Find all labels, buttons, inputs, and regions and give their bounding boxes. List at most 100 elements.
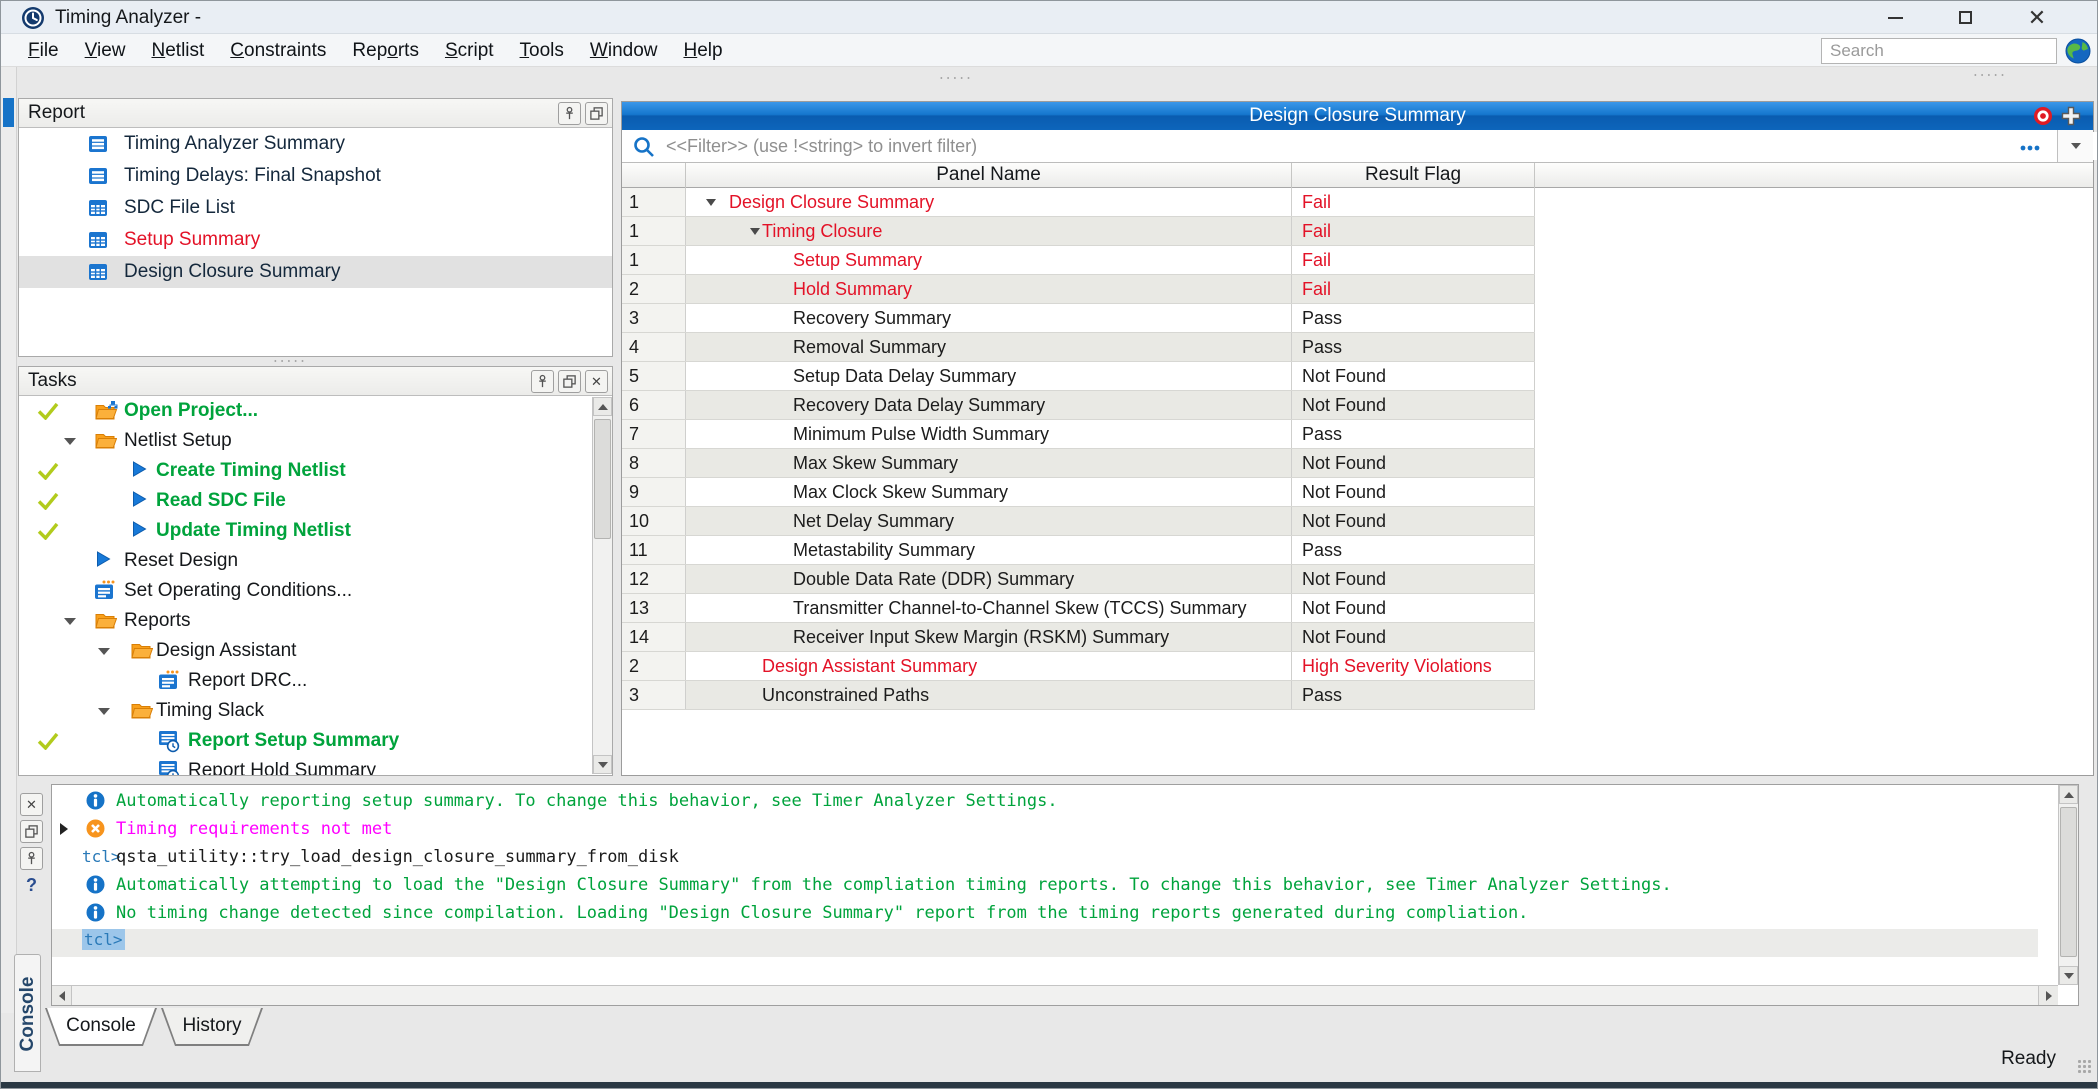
table-row[interactable]: 7Minimum Pulse Width SummaryPass xyxy=(622,420,1535,449)
scroll-down-icon[interactable] xyxy=(593,755,612,774)
chevron-down-icon[interactable] xyxy=(750,228,760,235)
tasks-scrollbar[interactable] xyxy=(592,397,612,774)
filter-dropdown-button[interactable] xyxy=(2057,130,2093,162)
minimize-button[interactable] xyxy=(1872,3,1918,32)
console-side-tab[interactable]: Console xyxy=(14,954,41,1072)
report-item[interactable]: Timing Analyzer Summary xyxy=(19,128,612,160)
pin-icon[interactable] xyxy=(558,102,581,125)
task-item[interactable]: Design Assistant xyxy=(19,636,591,666)
table-row[interactable]: 3Recovery SummaryPass xyxy=(622,304,1535,333)
table-row[interactable]: 6Recovery Data Delay SummaryNot Found xyxy=(622,391,1535,420)
close-panel-icon[interactable]: ✕ xyxy=(585,370,608,393)
menu-netlist[interactable]: Netlist xyxy=(138,34,217,67)
tcl-prompt[interactable]: tcl> xyxy=(82,929,125,950)
chevron-down-icon[interactable] xyxy=(98,708,110,715)
task-item[interactable]: Reports xyxy=(19,606,591,636)
table-row[interactable]: 10Net Delay SummaryNot Found xyxy=(622,507,1535,536)
scrollbar-thumb[interactable] xyxy=(2060,807,2077,957)
scroll-down-icon[interactable] xyxy=(2059,966,2078,985)
filter-options-icon[interactable] xyxy=(2019,139,2041,157)
float-console-icon[interactable] xyxy=(20,820,43,843)
scrollbar-thumb[interactable] xyxy=(594,419,611,539)
report-doc-icon xyxy=(88,166,108,186)
report-item[interactable]: SDC File List xyxy=(19,192,612,224)
pin-icon[interactable] xyxy=(531,370,554,393)
report-item-label: Timing Analyzer Summary xyxy=(124,128,345,160)
tab-console[interactable]: Console xyxy=(45,1008,157,1046)
table-row[interactable]: 3Unconstrained PathsPass xyxy=(622,681,1535,710)
console-hscrollbar[interactable] xyxy=(52,985,2058,1005)
float-panel-icon[interactable] xyxy=(585,102,608,125)
table-row[interactable]: 1Timing ClosureFail xyxy=(622,217,1535,246)
help-icon[interactable]: ? xyxy=(20,874,43,897)
new-window-plus-icon[interactable] xyxy=(2061,106,2081,126)
filter-input[interactable] xyxy=(666,132,2098,160)
search-input[interactable] xyxy=(1821,38,2057,64)
scroll-right-icon[interactable] xyxy=(2038,986,2058,1005)
doc-title-bar[interactable]: Design Closure Summary xyxy=(622,102,2093,130)
globe-icon[interactable] xyxy=(2065,38,2091,64)
table-row[interactable]: 1Setup SummaryFail xyxy=(622,246,1535,275)
tcl-prompt-row[interactable]: tcl> xyxy=(52,929,2038,957)
table-row[interactable]: 2Design Assistant SummaryHigh Severity V… xyxy=(622,652,1535,681)
expand-arrow-icon[interactable] xyxy=(60,823,68,835)
resize-grip[interactable] xyxy=(2077,1059,2093,1075)
menu-constraints[interactable]: Constraints xyxy=(217,34,339,67)
pin-icon[interactable] xyxy=(20,847,43,870)
column-header-rownum[interactable] xyxy=(622,163,686,188)
chevron-down-icon[interactable] xyxy=(64,438,76,445)
task-item[interactable]: Create Timing Netlist xyxy=(19,456,591,486)
dock-handle-dots[interactable]: ⋅⋅⋅⋅⋅ xyxy=(939,75,973,83)
report-item[interactable]: Timing Delays: Final Snapshot xyxy=(19,160,612,192)
tab-history[interactable]: History xyxy=(161,1008,263,1046)
menu-tools[interactable]: Tools xyxy=(507,34,577,67)
table-row[interactable]: 9Max Clock Skew SummaryNot Found xyxy=(622,478,1535,507)
table-row[interactable]: 12Double Data Rate (DDR) SummaryNot Foun… xyxy=(622,565,1535,594)
task-item[interactable]: Update Timing Netlist xyxy=(19,516,591,546)
table-row[interactable]: 14Receiver Input Skew Margin (RSKM) Summ… xyxy=(622,623,1535,652)
splitter-handle-dots[interactable]: ⋅⋅⋅⋅⋅ xyxy=(273,358,307,366)
table-row[interactable]: 4Removal SummaryPass xyxy=(622,333,1535,362)
column-header-result-flag[interactable]: Result Flag xyxy=(1292,163,1535,188)
window-title: Timing Analyzer - xyxy=(55,1,201,34)
task-item-label: Report Hold Summary xyxy=(188,756,376,775)
record-target-icon[interactable] xyxy=(2033,106,2053,126)
scroll-left-icon[interactable] xyxy=(52,986,72,1005)
chevron-down-icon[interactable] xyxy=(706,199,716,206)
table-row[interactable]: 11Metastability SummaryPass xyxy=(622,536,1535,565)
menu-window[interactable]: Window xyxy=(577,34,671,67)
panel-name-cell: Recovery Summary xyxy=(686,304,1292,332)
table-row[interactable]: 13Transmitter Channel-to-Channel Skew (T… xyxy=(622,594,1535,623)
chevron-down-icon[interactable] xyxy=(98,648,110,655)
task-item[interactable]: Netlist Setup xyxy=(19,426,591,456)
menu-help[interactable]: Help xyxy=(671,34,736,67)
maximize-button[interactable] xyxy=(1942,3,1988,32)
report-item[interactable]: Design Closure Summary xyxy=(19,256,612,288)
close-button[interactable]: ✕ xyxy=(2014,3,2060,32)
float-panel-icon[interactable] xyxy=(558,370,581,393)
console-vscrollbar[interactable] xyxy=(2058,785,2078,985)
task-item[interactable]: Set Operating Conditions... xyxy=(19,576,591,606)
report-item[interactable]: Setup Summary xyxy=(19,224,612,256)
menu-reports[interactable]: Reports xyxy=(339,34,432,67)
task-item[interactable]: Timing Slack xyxy=(19,696,591,726)
menu-script[interactable]: Script xyxy=(432,34,507,67)
task-item[interactable]: Report DRC... xyxy=(19,666,591,696)
table-row[interactable]: 5Setup Data Delay SummaryNot Found xyxy=(622,362,1535,391)
task-item[interactable]: Open Project... xyxy=(19,396,591,426)
task-item[interactable]: Reset Design xyxy=(19,546,591,576)
scroll-up-icon[interactable] xyxy=(593,397,612,416)
close-console-icon[interactable]: ✕ xyxy=(20,793,43,816)
task-item[interactable]: Read SDC File xyxy=(19,486,591,516)
menu-view[interactable]: View xyxy=(72,34,139,67)
dock-handle-dots[interactable]: ⋅⋅⋅⋅⋅ xyxy=(1973,72,2007,80)
menu-file[interactable]: File xyxy=(15,34,72,67)
task-item[interactable]: Report Hold Summary xyxy=(19,756,591,775)
scroll-up-icon[interactable] xyxy=(2059,785,2078,804)
column-header-panel-name[interactable]: Panel Name xyxy=(686,163,1292,188)
table-row[interactable]: 2Hold SummaryFail xyxy=(622,275,1535,304)
table-row[interactable]: 1Design Closure SummaryFail xyxy=(622,188,1535,217)
chevron-down-icon[interactable] xyxy=(64,618,76,625)
task-item[interactable]: Report Setup Summary xyxy=(19,726,591,756)
table-row[interactable]: 8Max Skew SummaryNot Found xyxy=(622,449,1535,478)
